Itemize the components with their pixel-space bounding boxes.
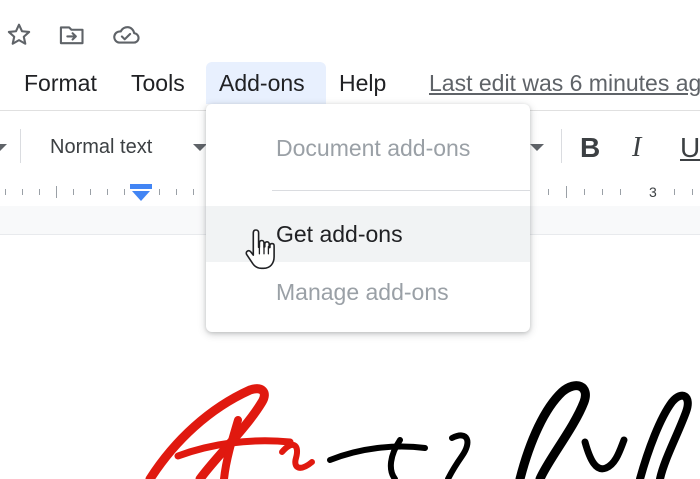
cloud-saved-icon[interactable] (110, 21, 142, 49)
bold-button[interactable]: B (580, 131, 600, 165)
menu-bar: Format Tools Add-ons Help Last edit was … (0, 62, 700, 104)
toolbar-divider (561, 129, 562, 163)
indent-marker-icon[interactable] (129, 184, 153, 202)
ruler-number: 3 (649, 184, 657, 200)
move-to-folder-icon[interactable] (57, 21, 87, 49)
menu-help[interactable]: Help (327, 62, 398, 104)
star-icon[interactable] (5, 21, 33, 49)
menu-item-document-add-ons: Document add-ons (276, 135, 471, 161)
italic-button[interactable]: I (632, 131, 641, 165)
paragraph-style-select[interactable]: Normal text (50, 127, 152, 167)
last-edit-link[interactable]: Last edit was 6 minutes ago (429, 62, 700, 104)
signature-image (145, 381, 692, 479)
menu-format[interactable]: Format (12, 62, 109, 104)
menu-add-ons[interactable]: Add-ons (206, 62, 326, 104)
add-ons-menu: Document add-ons Get add-ons Manage add-… (206, 104, 530, 332)
toolbar-divider (20, 129, 21, 163)
menu-divider (272, 190, 530, 191)
paragraph-style-chevron-down-icon[interactable] (193, 144, 207, 151)
hand-pointer-cursor-icon (245, 229, 275, 270)
underline-button[interactable]: U (680, 131, 700, 165)
toolbar-caret-left-icon[interactable] (0, 144, 7, 151)
menu-tools[interactable]: Tools (119, 62, 197, 104)
font-size-chevron-down-icon[interactable] (530, 144, 544, 151)
paragraph-style-value: Normal text (50, 136, 153, 158)
